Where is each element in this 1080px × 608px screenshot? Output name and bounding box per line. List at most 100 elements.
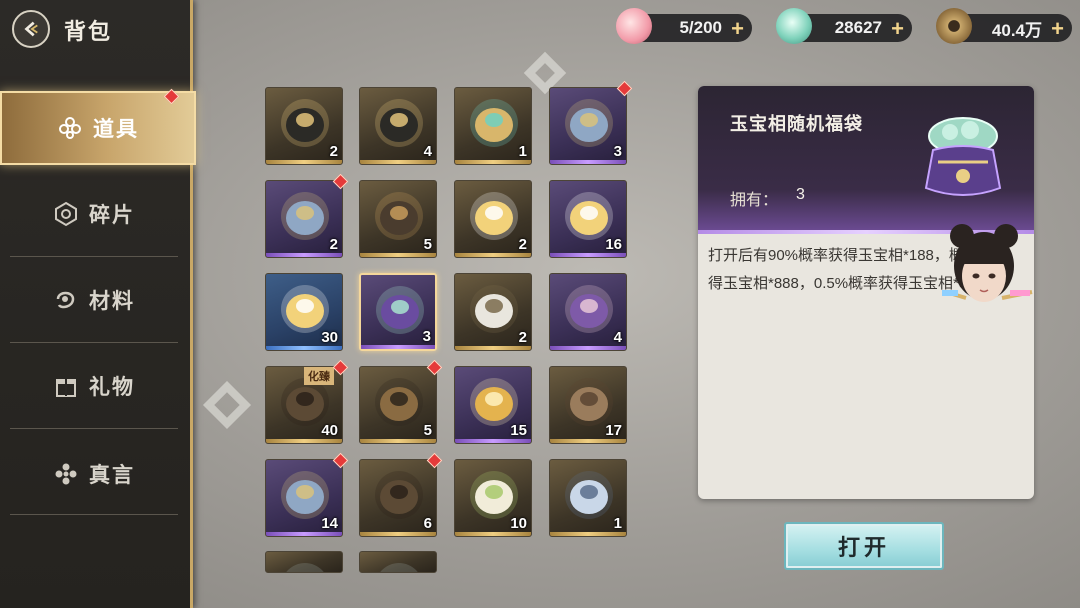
item-count: 40 <box>321 422 338 439</box>
card-icon <box>375 99 423 147</box>
character-avatar <box>942 224 1033 302</box>
sidebar-item-fragments[interactable]: 碎片 <box>0 182 188 246</box>
jade-icon <box>776 8 812 44</box>
rarity-bar <box>266 160 342 164</box>
inventory-slot[interactable]: 5 <box>359 366 437 444</box>
rarity-bar <box>360 439 436 443</box>
item-count: 3 <box>613 143 622 160</box>
silhouette-icon <box>375 471 423 519</box>
sidebar-item-mantras[interactable]: 真言 <box>0 442 188 506</box>
inventory-slot[interactable]: 16 <box>549 180 627 258</box>
rarity-bar <box>455 439 531 443</box>
rarity-bar <box>550 253 626 257</box>
rarity-bar <box>360 532 436 536</box>
inventory-slot[interactable]: 2 <box>454 273 532 351</box>
back-arrow-icon <box>24 21 38 37</box>
inventory-slot[interactable] <box>265 551 343 573</box>
box-icon <box>565 285 613 333</box>
rarity-bar <box>550 532 626 536</box>
scroll-icon <box>375 378 423 426</box>
inventory-slot[interactable]: 30 <box>265 273 343 351</box>
add-coin-button[interactable]: + <box>1051 16 1064 42</box>
item-count: 2 <box>329 143 338 160</box>
sidebar-item-label: 真言 <box>89 464 135 487</box>
item-detail-header: 玉宝相随机福袋 拥有： 3 <box>698 86 1034 234</box>
sidebar-item-materials[interactable]: 材料 <box>0 268 188 332</box>
card-icon <box>281 99 329 147</box>
rarity-bar <box>550 160 626 164</box>
chest-icon <box>565 99 613 147</box>
bag-icon <box>376 286 424 334</box>
inventory-slot[interactable]: 4 <box>359 87 437 165</box>
inventory-slot[interactable]: 3 <box>359 273 437 351</box>
coin-icon <box>936 8 972 44</box>
divider <box>10 256 178 257</box>
rarity-bar <box>266 346 342 350</box>
sidebar-item-gifts[interactable]: 礼物 <box>0 354 188 418</box>
rarity-bar <box>360 253 436 257</box>
owned-count: 3 <box>796 186 805 203</box>
item-count: 15 <box>510 422 527 439</box>
sidebar: 背包 道具 碎片 材料 礼物 真言 <box>0 0 196 608</box>
back-button[interactable] <box>12 10 50 48</box>
sidebar-item-label: 材料 <box>89 290 135 313</box>
peach-icon <box>616 8 652 44</box>
owned-label: 拥有： <box>730 192 779 209</box>
sidebar-item-label: 道具 <box>93 118 139 141</box>
rarity-bar <box>361 345 435 349</box>
inventory-slot[interactable]: 4 <box>549 273 627 351</box>
inventory-slot[interactable]: 15 <box>454 366 532 444</box>
gift-icon <box>56 379 76 397</box>
inventory-slot[interactable]: 3 <box>549 87 627 165</box>
rarity-bar <box>455 346 531 350</box>
page-title: 背包 <box>64 19 113 44</box>
add-jade-button[interactable]: + <box>891 16 904 42</box>
rarity-bar <box>455 532 531 536</box>
pot-icon <box>375 192 423 240</box>
divider <box>10 342 178 343</box>
material-icon <box>56 291 75 309</box>
background-decoration <box>202 380 252 430</box>
rarity-bar <box>266 253 342 257</box>
inventory-slot[interactable]: 2 <box>454 180 532 258</box>
item-count: 6 <box>423 515 432 532</box>
divider <box>10 514 178 515</box>
flower-icon <box>286 563 324 572</box>
egg-icon <box>470 285 518 333</box>
inventory-slot[interactable]: 2 <box>265 180 343 258</box>
inventory-slot[interactable]: 1 <box>549 459 627 537</box>
lucky-bag-icon <box>924 117 1002 196</box>
item-count: 4 <box>613 329 622 346</box>
sidebar-item-label: 礼物 <box>89 376 135 399</box>
item-count: 5 <box>423 236 432 253</box>
inventory-slot[interactable]: 10 <box>454 459 532 537</box>
item-count: 5 <box>423 422 432 439</box>
flower-icon <box>380 563 418 572</box>
open-button[interactable]: 打开 <box>784 522 944 570</box>
coin-value: 40.4万 <box>991 20 1042 40</box>
item-count: 2 <box>518 329 527 346</box>
compass-icon <box>470 99 518 147</box>
item-icon <box>59 117 81 139</box>
item-count: 3 <box>422 328 431 345</box>
sidebar-item-label: 碎片 <box>89 204 135 227</box>
inventory-slot[interactable]: 2 <box>265 87 343 165</box>
item-count: 16 <box>605 236 622 253</box>
rarity-bar <box>550 346 626 350</box>
inventory-slot[interactable]: 化臻 40 <box>265 366 343 444</box>
add-stamina-button[interactable]: + <box>731 16 744 42</box>
item-count: 2 <box>329 236 338 253</box>
rarity-bar <box>266 532 342 536</box>
inventory-slot[interactable]: 5 <box>359 180 437 258</box>
inventory-slot[interactable] <box>359 551 437 573</box>
inventory-slot[interactable]: 6 <box>359 459 437 537</box>
inventory-slot[interactable]: 17 <box>549 366 627 444</box>
sidebar-item-items[interactable]: 道具 <box>0 91 196 165</box>
item-tag: 化臻 <box>304 367 334 385</box>
item-count: 1 <box>518 143 527 160</box>
rarity-bar <box>550 439 626 443</box>
inventory-slot[interactable]: 14 <box>265 459 343 537</box>
item-count: 4 <box>423 143 432 160</box>
inventory-slot[interactable]: 1 <box>454 87 532 165</box>
rarity-bar <box>360 160 436 164</box>
